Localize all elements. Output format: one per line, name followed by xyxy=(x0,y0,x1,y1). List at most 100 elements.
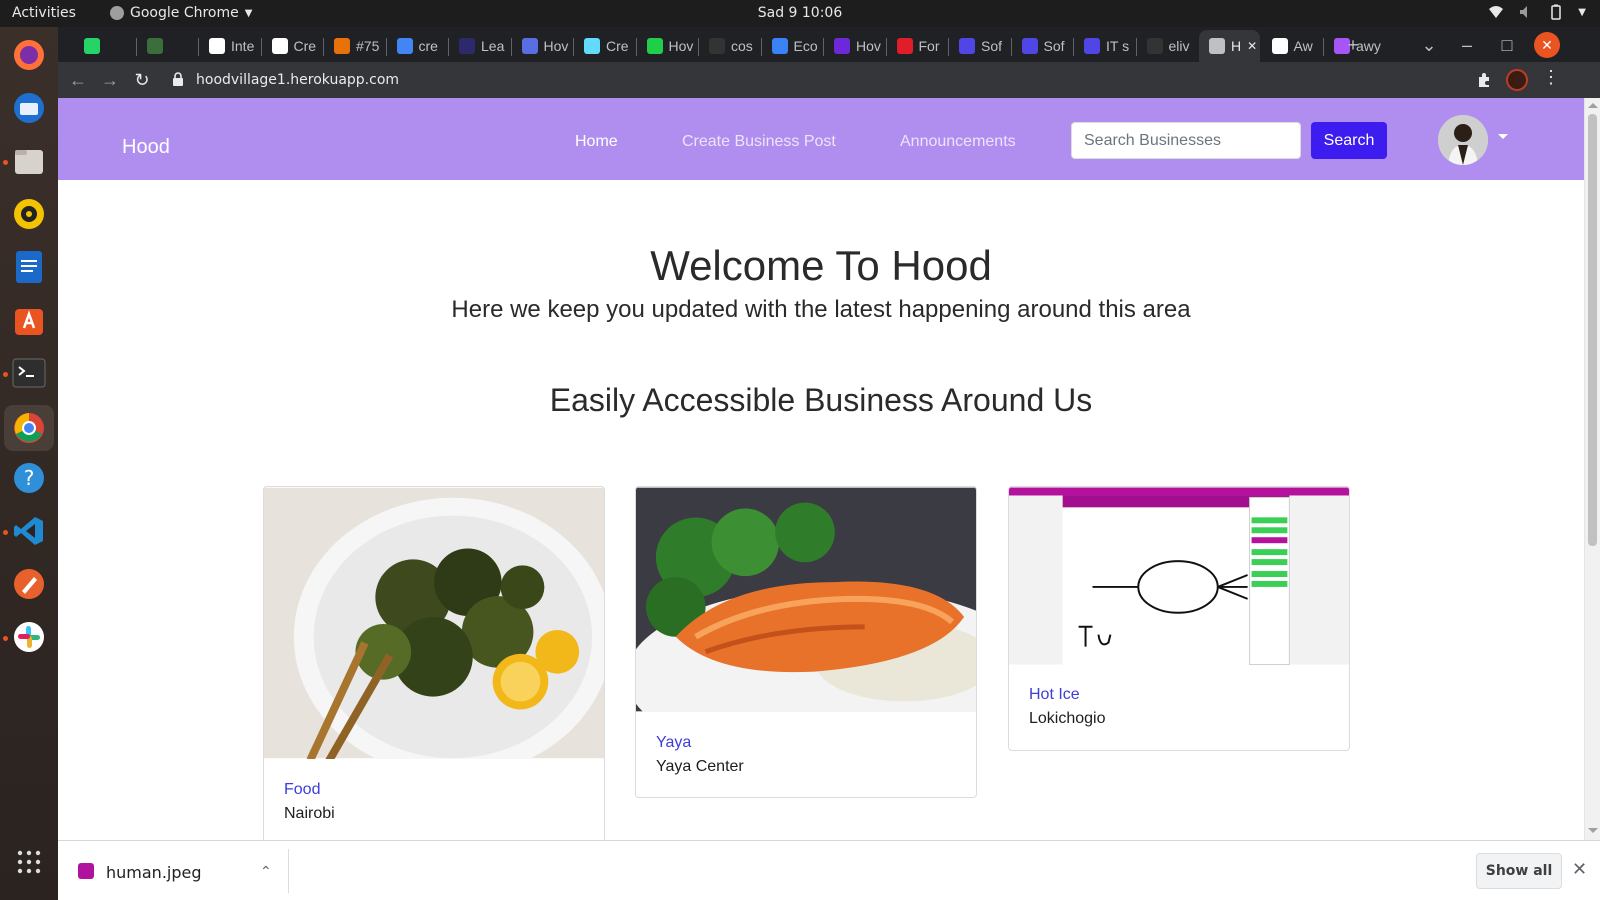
tab-close-icon[interactable]: ✕ xyxy=(1247,39,1257,53)
business-image-food[interactable] xyxy=(264,487,604,759)
business-category-link[interactable]: Yaya xyxy=(656,734,691,752)
browser-tab[interactable]: Aw xyxy=(1262,30,1323,62)
software-icon[interactable] xyxy=(9,300,49,340)
lock-icon[interactable] xyxy=(172,72,184,86)
browser-tab[interactable]: IT s xyxy=(1074,30,1135,62)
tab-favicon-icon xyxy=(334,38,350,54)
browser-tab[interactable]: Hov xyxy=(512,30,573,62)
browser-tab[interactable]: cos xyxy=(699,30,760,62)
window-restore-icon[interactable]: □ xyxy=(1494,32,1520,58)
user-menu-caret-icon[interactable] xyxy=(1498,134,1508,139)
volume-icon[interactable] xyxy=(1518,4,1534,20)
search-businesses-input[interactable] xyxy=(1071,122,1301,159)
page-scrollbar[interactable] xyxy=(1584,98,1600,840)
network-icon[interactable] xyxy=(1488,4,1504,20)
browser-tab[interactable]: Hov xyxy=(824,30,885,62)
browser-tab[interactable]: Cre xyxy=(262,30,323,62)
tab-favicon-icon xyxy=(209,38,225,54)
terminal-icon[interactable] xyxy=(9,353,49,393)
thunderbird-icon[interactable] xyxy=(9,88,49,128)
business-image-yaya[interactable] xyxy=(636,487,976,712)
app-name: Google Chrome xyxy=(130,5,239,21)
clock[interactable]: Sad 9 10:06 xyxy=(758,5,843,21)
business-card: Food Nairobi xyxy=(263,486,605,840)
window-minimize-icon[interactable]: – xyxy=(1454,32,1480,58)
writer-icon[interactable] xyxy=(9,247,49,287)
business-card: Hot Ice Lokichogio xyxy=(1008,486,1350,751)
inkscape-icon[interactable] xyxy=(9,564,49,604)
forward-arrow-icon[interactable]: → xyxy=(98,68,122,92)
chrome-icon[interactable] xyxy=(4,405,54,451)
browser-tab[interactable]: Hov xyxy=(637,30,698,62)
tab-favicon-icon xyxy=(271,38,288,54)
more-menu-icon[interactable]: ⋮ xyxy=(1542,67,1560,88)
tab-label: Cre xyxy=(293,38,317,54)
browser-tab[interactable]: Inte xyxy=(199,30,260,62)
tab-favicon-icon xyxy=(521,38,538,54)
browser-tab[interactable]: Lea xyxy=(449,30,510,62)
browser-tab[interactable]: #75 xyxy=(324,30,385,62)
battery-icon[interactable] xyxy=(1548,4,1564,20)
tab-label: H xyxy=(1231,38,1242,54)
system-menu-caret-icon[interactable]: ▼ xyxy=(1578,7,1586,18)
browser-tab[interactable]: cre xyxy=(387,30,448,62)
business-category-link[interactable]: Hot Ice xyxy=(1029,686,1080,704)
address-bar[interactable]: hoodvillage1.herokuapp.com xyxy=(166,66,1536,94)
business-category-link[interactable]: Food xyxy=(284,781,320,799)
firefox-icon[interactable] xyxy=(9,35,49,75)
close-icon[interactable]: ✕ xyxy=(1572,859,1587,880)
extensions-puzzle-icon[interactable] xyxy=(1476,72,1492,88)
browser-tab[interactable]: Sof xyxy=(949,30,1010,62)
user-avatar[interactable] xyxy=(1438,115,1488,165)
browser-tab[interactable]: Eco xyxy=(762,30,823,62)
browser-tab[interactable]: eliv xyxy=(1137,30,1198,62)
tab-label: For xyxy=(918,38,940,54)
tab-favicon-icon xyxy=(1271,38,1288,54)
profile-avatar[interactable] xyxy=(1506,69,1528,91)
chevron-up-icon[interactable]: ⌃ xyxy=(260,863,272,880)
browser-tab[interactable] xyxy=(137,30,198,62)
shelf-divider xyxy=(288,849,289,893)
url-text: hoodvillage1.herokuapp.com xyxy=(196,72,400,88)
app-grid-icon[interactable] xyxy=(9,842,49,882)
rhythmbox-icon[interactable] xyxy=(9,194,49,234)
scroll-down-arrow-icon[interactable] xyxy=(1588,828,1598,833)
browser-toolbar: ← → ↻ hoodvillage1.herokuapp.com ⋮ xyxy=(58,62,1600,98)
nav-link-home[interactable]: Home xyxy=(575,133,618,151)
slack-icon[interactable] xyxy=(9,617,49,657)
tab-favicon-icon xyxy=(771,38,788,54)
window-close-icon[interactable]: ✕ xyxy=(1534,32,1560,58)
app-menu[interactable]: Google Chrome ▼ xyxy=(110,5,252,21)
browser-tab[interactable]: H ✕ xyxy=(1199,30,1260,62)
tab-label: cos xyxy=(731,38,753,54)
scroll-up-arrow-icon[interactable] xyxy=(1588,103,1598,108)
help-icon[interactable]: ? xyxy=(9,458,49,498)
tab-search-chevron-icon[interactable]: ⌄ xyxy=(1416,32,1442,58)
site-brand[interactable]: Hood xyxy=(122,136,170,159)
scrollbar-thumb[interactable] xyxy=(1588,114,1597,546)
nav-link-create-business-post[interactable]: Create Business Post xyxy=(682,133,836,151)
running-indicator xyxy=(3,530,8,535)
tab-label: Lea xyxy=(481,38,505,54)
nav-link-announcements[interactable]: Announcements xyxy=(900,133,1016,151)
tab-favicon-icon xyxy=(584,38,600,54)
tab-favicon-icon xyxy=(646,38,663,54)
activities-button[interactable]: Activities xyxy=(12,5,76,21)
tab-favicon-icon xyxy=(146,38,163,54)
download-file-name[interactable]: human.jpeg xyxy=(106,863,202,882)
reload-icon[interactable]: ↻ xyxy=(130,68,154,92)
back-arrow-icon[interactable]: ← xyxy=(66,68,90,92)
tab-label: Aw xyxy=(1293,38,1313,54)
search-button[interactable]: Search xyxy=(1311,122,1387,159)
show-all-button[interactable]: Show all xyxy=(1476,853,1562,889)
new-tab-plus-icon[interactable]: + xyxy=(1340,32,1366,58)
vscode-icon[interactable] xyxy=(9,511,49,551)
browser-tab[interactable] xyxy=(74,30,135,62)
browser-tab[interactable]: For xyxy=(887,30,948,62)
files-icon[interactable] xyxy=(9,141,49,181)
tab-label: #75 xyxy=(356,38,380,54)
business-location: Yaya Center xyxy=(656,758,744,775)
browser-tab[interactable]: Sof xyxy=(1012,30,1073,62)
business-image-hot-ice[interactable] xyxy=(1009,487,1349,665)
browser-tab[interactable]: Cre xyxy=(574,30,635,62)
